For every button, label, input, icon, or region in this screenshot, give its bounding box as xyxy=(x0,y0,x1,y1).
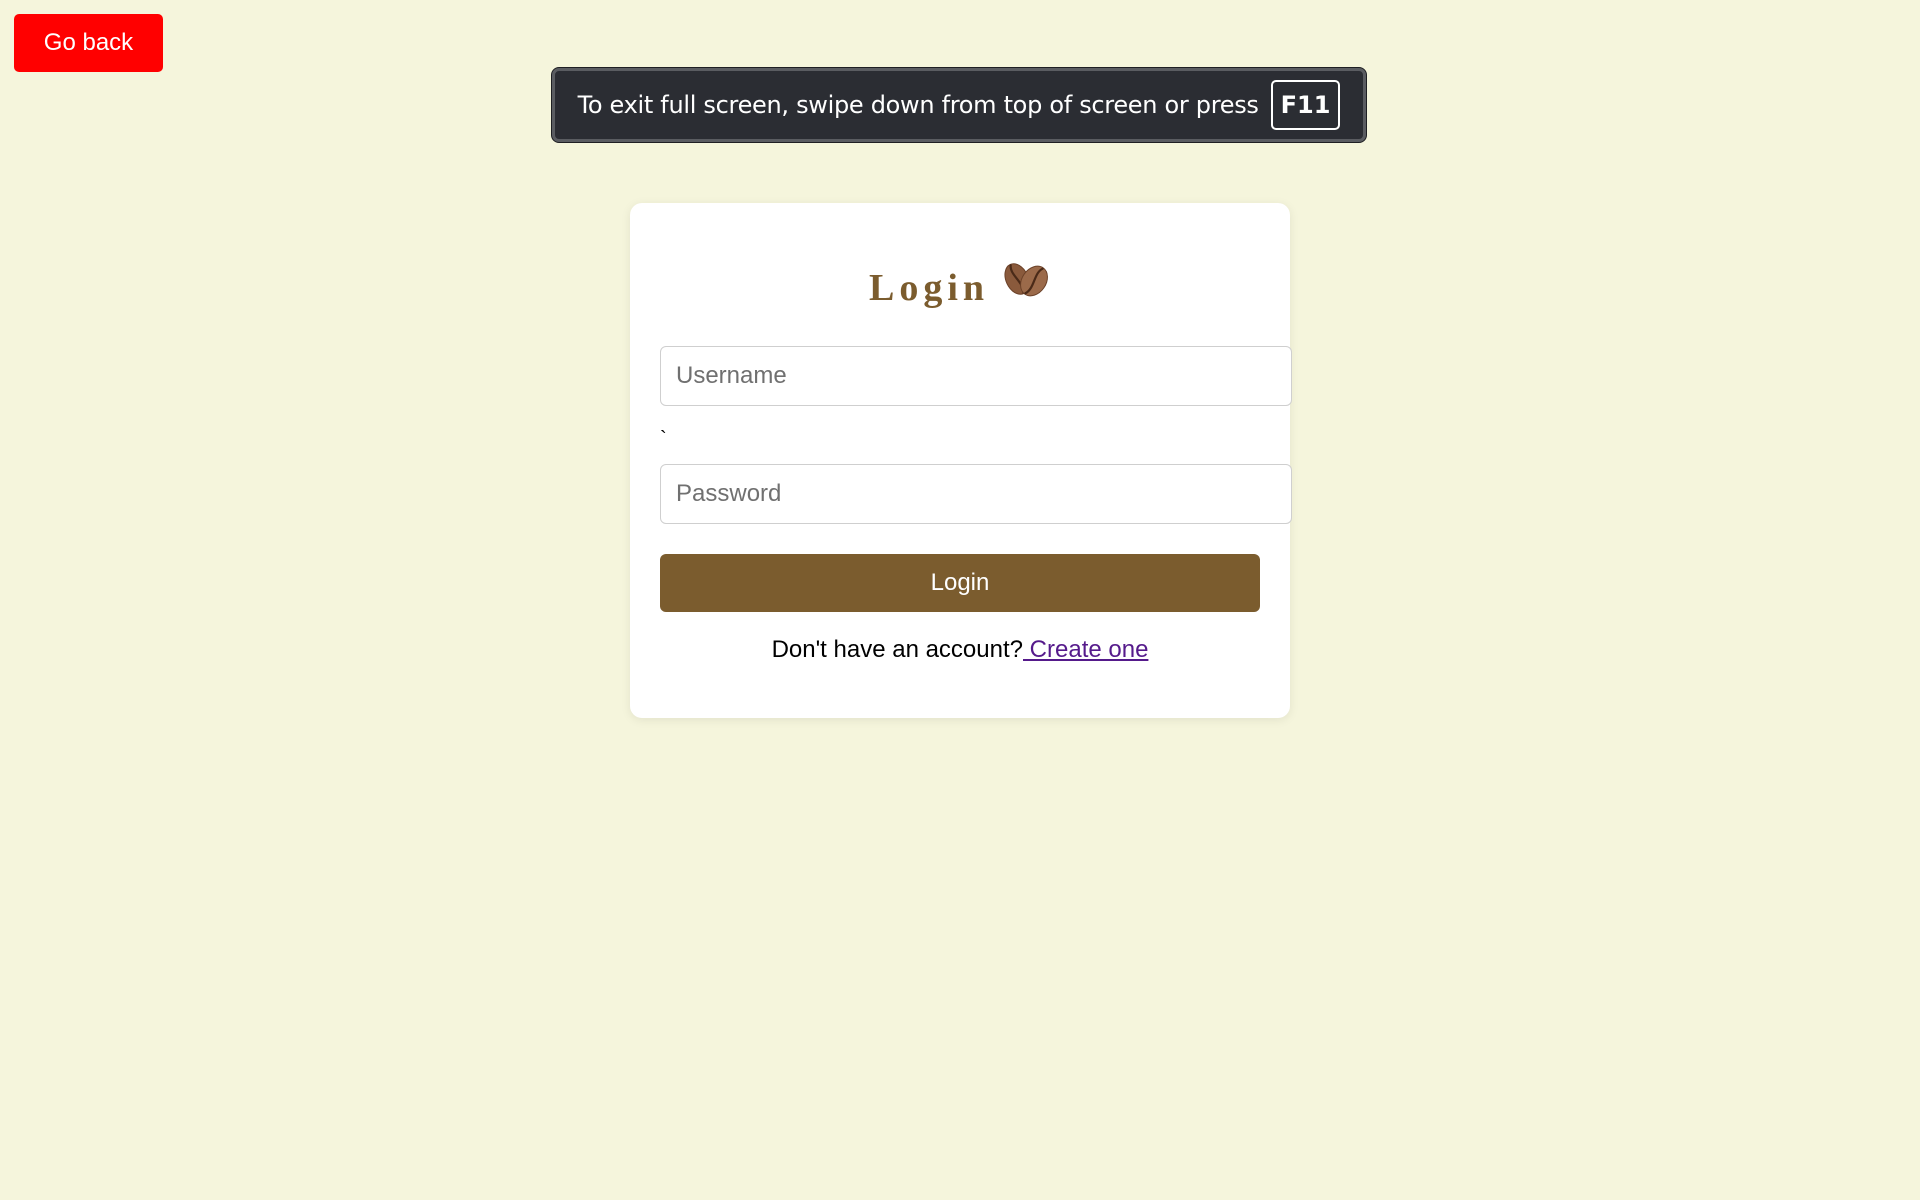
login-title-row: Login xyxy=(630,263,1290,307)
signup-prompt-text: Don't have an account? xyxy=(771,636,1023,663)
go-back-button[interactable]: Go back xyxy=(14,14,163,72)
login-title: Login xyxy=(868,267,990,309)
f11-key-badge: F11 xyxy=(1270,80,1341,130)
signup-prompt-row: Don't have an account? Create one xyxy=(630,636,1290,664)
create-account-link[interactable]: Create one xyxy=(1023,636,1149,663)
fullscreen-exit-banner: To exit full screen, swipe down from top… xyxy=(552,68,1366,142)
login-button[interactable]: Login xyxy=(660,554,1260,612)
login-card: Login ` Login Don't have an account? Cre… xyxy=(630,203,1292,718)
coffee-bean-icon xyxy=(1004,263,1048,297)
fullscreen-exit-message: To exit full screen, swipe down from top… xyxy=(577,91,1259,119)
username-input[interactable] xyxy=(660,346,1292,406)
password-input[interactable] xyxy=(660,464,1292,524)
stray-backtick-text: ` xyxy=(660,428,667,450)
